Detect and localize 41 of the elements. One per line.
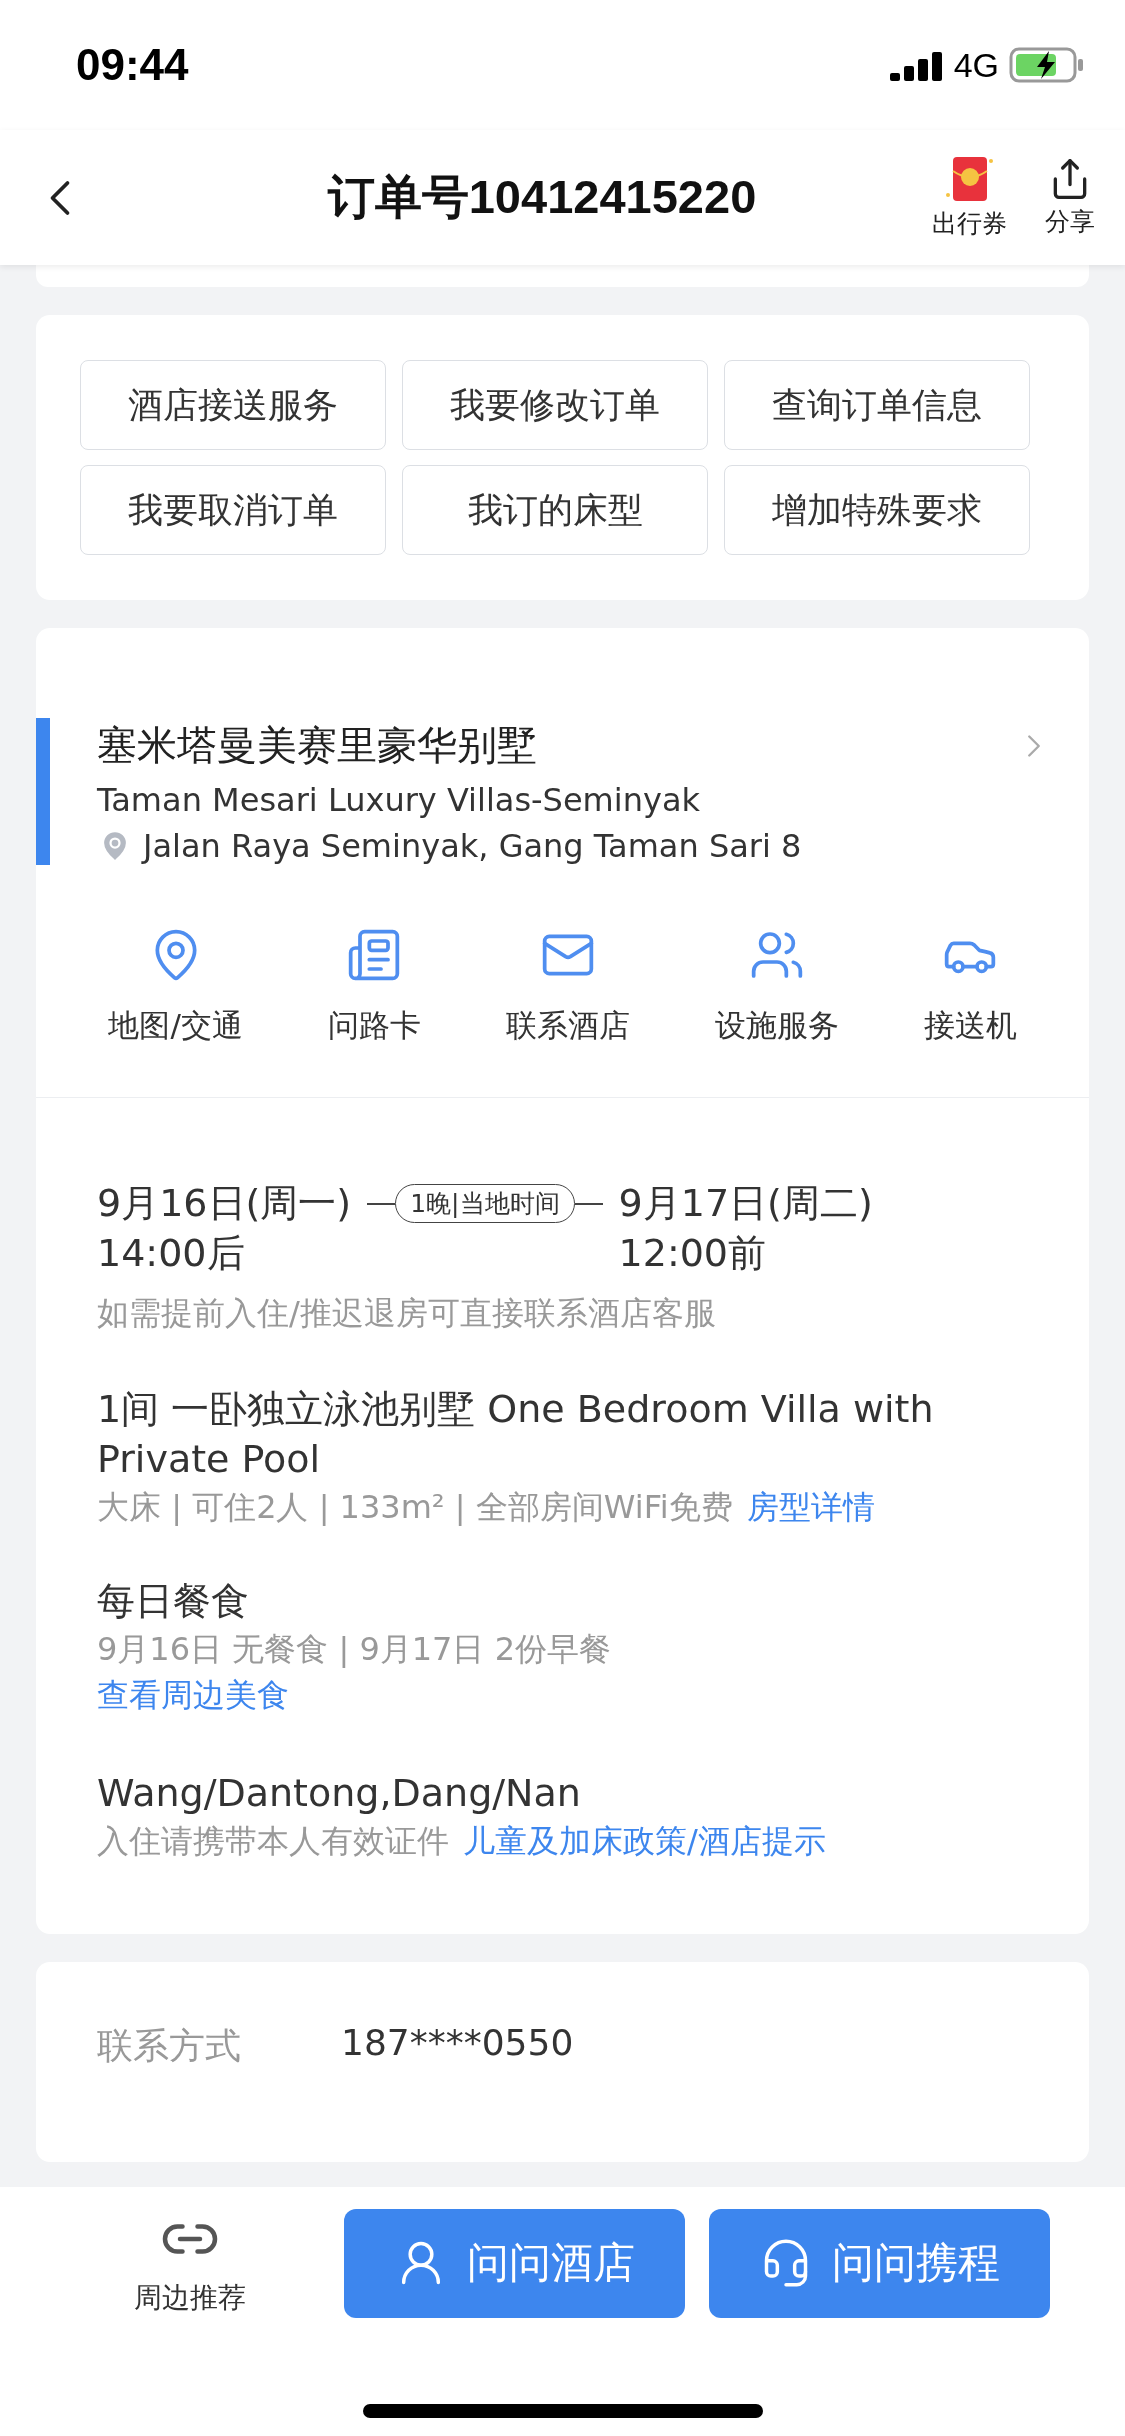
- policy-link[interactable]: 儿童及加床政策/酒店提示: [463, 1822, 826, 1860]
- service-button[interactable]: 接送机: [923, 927, 1017, 1047]
- contact-value: 187****0550: [341, 2022, 574, 2065]
- action-button[interactable]: 我订的床型: [402, 465, 708, 555]
- hotel-name: 塞米塔曼美赛里豪华别墅: [97, 721, 537, 770]
- action-button[interactable]: 我要修改订单: [402, 360, 708, 450]
- room-details-link[interactable]: 房型详情: [746, 1488, 875, 1526]
- action-button[interactable]: 酒店接送服务: [80, 360, 386, 450]
- guest-note: 入住请携带本人有效证件 儿童及加床政策/酒店提示: [97, 1821, 827, 1862]
- battery-icon: [1009, 47, 1085, 83]
- hotel-address: Jalan Raya Seminyak, Gang Taman Sari 8: [143, 827, 802, 865]
- service-button[interactable]: 联系酒店: [505, 927, 630, 1047]
- contact-label: 联系方式: [97, 2024, 241, 2068]
- status-time: 09:44: [76, 40, 189, 90]
- nearby-button[interactable]: 周边推荐: [60, 2208, 320, 2318]
- guest-names: Wang/Dantong,Dang/Nan: [97, 1770, 582, 1817]
- action-button[interactable]: 我要取消订单: [80, 465, 386, 555]
- ask-button[interactable]: 问问酒店: [344, 2208, 685, 2318]
- ask-button[interactable]: 问问携程: [709, 2208, 1050, 2318]
- meals-details: 9月16日 无餐食 | 9月17日 2份早餐: [97, 1629, 612, 1670]
- service-button[interactable]: 问路卡: [327, 927, 421, 1047]
- nearby-food-link[interactable]: 查看周边美食: [97, 1672, 1028, 1718]
- page-title: 订单号10412415220: [326, 169, 758, 225]
- service-button[interactable]: 设施服务: [714, 927, 839, 1047]
- checkin-date: 9月16日(周一): [97, 1180, 352, 1227]
- action-button[interactable]: 查询订单信息: [724, 360, 1030, 450]
- checkin-time: 14:00后: [97, 1230, 246, 1277]
- checkout-date: 9月17日(周二): [618, 1180, 873, 1227]
- network-label: 4G: [953, 45, 999, 85]
- coupon-icon: [944, 155, 995, 203]
- room-details: 大床 | 可住2人 | 133m² | 全部房间WiFi免费 房型详情: [97, 1487, 876, 1528]
- checkout-time: 12:00前: [618, 1230, 768, 1277]
- service-button[interactable]: 地图/交通: [108, 927, 243, 1047]
- room-title: 1间 一卧独立泳池别墅 One Bedroom Villa with Private Pool: [97, 1386, 935, 1483]
- action-button[interactable]: 增加特殊要求: [724, 465, 1030, 555]
- share-button[interactable]: 分享: [1045, 157, 1095, 238]
- checkin-note: 如需提前入住/推迟退房可直接联系酒店客服: [97, 1293, 717, 1334]
- signal-icon: [889, 49, 944, 81]
- meals-title: 每日餐食: [97, 1578, 250, 1625]
- coupon-button[interactable]: 出行券: [932, 155, 1007, 240]
- hotel-english-name: Taman Mesari Luxury Villas-Seminyak: [97, 781, 702, 819]
